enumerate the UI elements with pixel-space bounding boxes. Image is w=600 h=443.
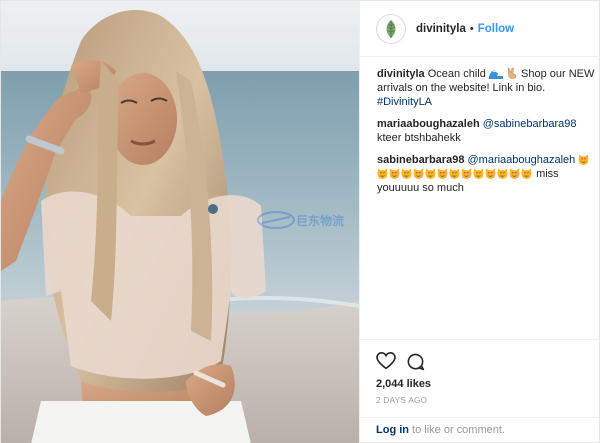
post-timestamp: 2 DAYS AGO: [376, 396, 428, 405]
login-prompt-text: to like or comment.: [409, 424, 505, 436]
caption-text-start: Ocean child: [427, 68, 486, 80]
leaf-logo-icon: [386, 19, 396, 38]
comment-text: kteer btshbahekk: [377, 132, 461, 144]
login-link[interactable]: Log in: [376, 424, 409, 436]
heart-eyes-cat-emoji: [485, 168, 496, 179]
header-username[interactable]: divinityla: [416, 23, 466, 35]
heart-eyes-cat-emoji: [473, 168, 484, 179]
heart-eyes-cat-emoji: [449, 168, 460, 179]
caption-username[interactable]: divinityla: [377, 68, 425, 80]
post-side-panel: divinityla • Follow divinityla Ocean chi…: [359, 1, 600, 443]
comment-username[interactable]: sabinebarbara98: [377, 154, 464, 166]
heart-eyes-cat-emoji: [377, 168, 388, 179]
post-actions: 2,044 likes 2 DAYS AGO: [360, 339, 600, 409]
heart-eyes-cat-emoji: [578, 154, 589, 165]
post-header: divinityla • Follow: [360, 1, 600, 57]
heart-eyes-cat-emoji: [461, 168, 472, 179]
comment-item: sabinebarbara98 @mariaaboughazaleh miss …: [377, 153, 595, 195]
comment-username[interactable]: mariaaboughazaleh: [377, 118, 480, 130]
likes-count[interactable]: 2,044 likes: [376, 378, 586, 390]
wave-emoji: [488, 70, 503, 79]
heart-eyes-cat-emoji: [509, 168, 520, 179]
caption-hashtag[interactable]: #DivinityLA: [377, 96, 432, 108]
victory-hand-emoji: [507, 67, 517, 79]
caption: divinityla Ocean child Shop our NEW arri…: [377, 67, 595, 109]
comment-mention[interactable]: @mariaaboughazaleh: [468, 154, 576, 166]
action-icons: [376, 350, 586, 372]
comments-list: divinityla Ocean child Shop our NEW arri…: [377, 67, 595, 203]
comment-item: mariaaboughazaleh @sabinebarbara98 kteer…: [377, 117, 595, 145]
follow-button[interactable]: Follow: [478, 23, 514, 35]
instagram-post: divinityla • Follow divinityla Ocean chi…: [0, 0, 600, 443]
watermark-text: 巨东物流: [296, 214, 345, 228]
heart-eyes-cat-emoji: [401, 168, 412, 179]
heart-eyes-cat-emoji: [425, 168, 436, 179]
watermark: 巨东物流: [256, 209, 376, 231]
heart-eyes-cat-emoji: [413, 168, 424, 179]
heart-eyes-cat-emoji: [389, 168, 400, 179]
header-separator: •: [469, 22, 474, 35]
login-prompt: Log in to like or comment.: [360, 417, 600, 443]
comment-mention[interactable]: @sabinebarbara98: [483, 118, 577, 130]
heart-eyes-cat-emoji: [521, 168, 532, 179]
heart-eyes-cat-emoji: [437, 168, 448, 179]
comment-icon[interactable]: [406, 352, 425, 371]
profile-avatar[interactable]: [376, 13, 406, 44]
heart-icon[interactable]: [376, 352, 396, 370]
heart-eyes-cat-emoji: [497, 168, 508, 179]
